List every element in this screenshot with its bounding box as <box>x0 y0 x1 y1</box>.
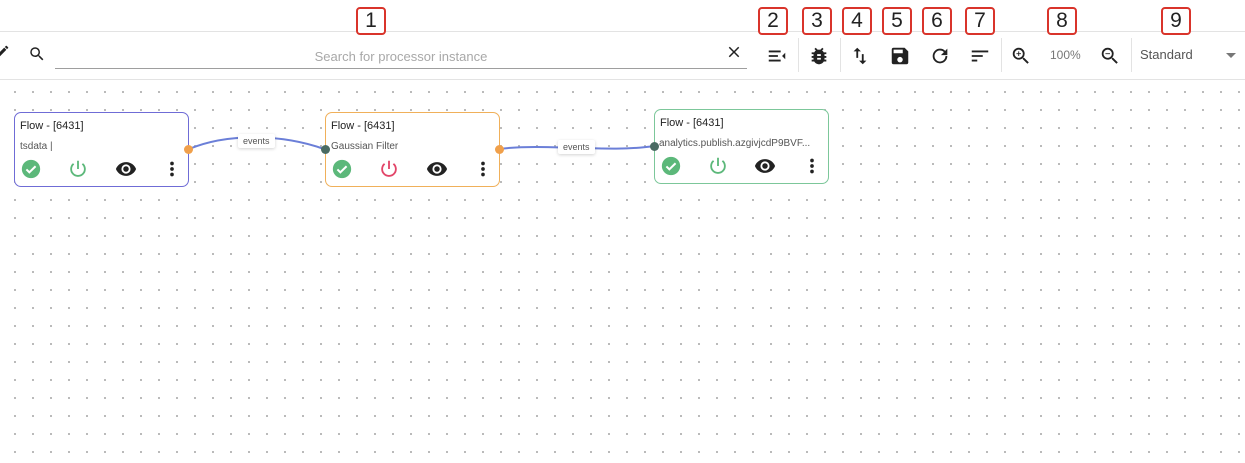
eye-icon[interactable] <box>115 158 137 180</box>
check-circle-icon[interactable] <box>331 158 353 180</box>
output-port[interactable] <box>495 145 504 154</box>
more-vert-icon[interactable] <box>161 158 183 180</box>
power-icon[interactable] <box>67 158 89 180</box>
edge-label[interactable]: events <box>238 134 275 148</box>
more-vert-icon[interactable] <box>472 158 494 180</box>
power-icon[interactable] <box>707 155 729 177</box>
edge-label[interactable]: events <box>558 140 595 154</box>
input-port[interactable] <box>321 145 330 154</box>
eye-icon[interactable] <box>426 158 448 180</box>
flow-node[interactable]: Flow - [6431] tsdata | <box>14 112 193 187</box>
node-subtitle: tsdata | <box>20 141 53 152</box>
node-title: Flow - [6431] <box>331 120 395 132</box>
more-vert-icon[interactable] <box>801 155 823 177</box>
node-title: Flow - [6431] <box>20 120 84 132</box>
node-subtitle: Gaussian Filter <box>331 141 399 152</box>
input-port[interactable] <box>650 142 659 151</box>
eye-icon[interactable] <box>754 155 776 177</box>
check-circle-icon[interactable] <box>20 158 42 180</box>
check-circle-icon[interactable] <box>660 155 682 177</box>
flow-node[interactable]: Flow - [6431] analytics.publish.azgivjcd… <box>650 109 829 184</box>
output-port[interactable] <box>184 145 193 154</box>
node-title: Flow - [6431] <box>660 117 724 129</box>
flow-node[interactable]: Flow - [6431] Gaussian Filter <box>321 112 504 187</box>
power-icon[interactable] <box>378 158 400 180</box>
edges-layer <box>188 136 655 150</box>
node-subtitle: analytics.publish.azgivjcdP9BVF... <box>659 138 811 149</box>
